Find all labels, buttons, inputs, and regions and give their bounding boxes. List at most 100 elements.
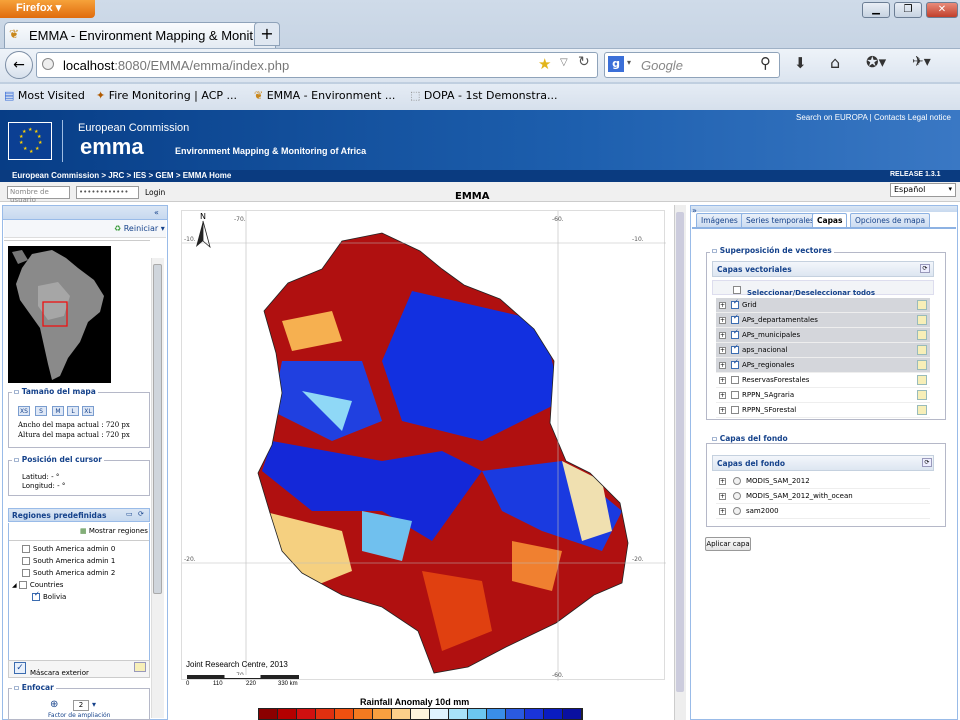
expand-plus-icon[interactable]: +	[719, 331, 726, 339]
layer-checkbox[interactable]	[731, 346, 739, 354]
size-xs-button[interactable]: XS	[18, 406, 30, 416]
vector-layer-row[interactable]: + Grid	[716, 298, 930, 313]
show-regions-button[interactable]: ▦ Mostrar regiones	[80, 527, 148, 535]
background-layer-row[interactable]: + MODIS_SAM_2012	[716, 474, 930, 489]
rainfall-anomaly-map[interactable]: -70. -60. -10. -10. -20. -20. -70. -60. …	[181, 210, 666, 681]
checkbox[interactable]	[22, 545, 30, 553]
regions-refresh-icon[interactable]: ⟳	[138, 510, 144, 518]
collapse-left-icon[interactable]: «	[154, 208, 159, 217]
expand-plus-icon[interactable]: +	[719, 316, 726, 324]
layer-checkbox[interactable]	[731, 406, 739, 414]
layer-checkbox[interactable]	[731, 331, 739, 339]
language-select[interactable]: Español ▾	[890, 183, 956, 197]
header-links[interactable]: Search on EUROPA | Contacts Legal notice	[796, 113, 951, 122]
username-input[interactable]: Nombre de usuario	[7, 186, 70, 204]
layer-style-icon[interactable]	[917, 360, 927, 370]
dopa-bookmark[interactable]: ⬚ DOPA - 1st Demonstra...	[410, 89, 557, 102]
vector-layer-row[interactable]: + RPPN_SAgraria	[716, 388, 930, 403]
mask-checkbox[interactable]: ✓	[14, 662, 26, 674]
site-identity-icon[interactable]	[42, 58, 54, 70]
expand-plus-icon[interactable]: +	[719, 376, 726, 384]
region-item[interactable]: South America admin 1	[22, 557, 115, 565]
layer-checkbox[interactable]	[731, 391, 739, 399]
expand-plus-icon[interactable]: +	[719, 492, 726, 500]
checkbox-checked[interactable]	[32, 593, 40, 601]
layer-checkbox[interactable]	[731, 301, 739, 309]
tab-imagenes[interactable]: Imágenes	[696, 213, 743, 227]
reload-icon[interactable]: ↻	[578, 54, 590, 70]
size-s-button[interactable]: S	[35, 406, 47, 416]
checkbox[interactable]	[22, 557, 30, 565]
breadcrumb[interactable]: European Commission > JRC > IES > GEM > …	[0, 170, 960, 182]
left-scrollbar-thumb[interactable]	[153, 264, 162, 594]
most-visited-bookmark[interactable]: ▤ Most Visited	[4, 89, 85, 102]
expand-plus-icon[interactable]: +	[719, 361, 726, 369]
layer-style-icon[interactable]	[917, 315, 927, 325]
layer-style-icon[interactable]	[917, 390, 927, 400]
search-engine-dropdown-icon[interactable]: ▾	[627, 58, 631, 67]
downloads-icon[interactable]: ⬇	[794, 54, 807, 72]
expand-plus-icon[interactable]: +	[719, 301, 726, 309]
new-tab-button[interactable]: +	[254, 22, 280, 46]
layer-style-icon[interactable]	[917, 375, 927, 385]
checkbox[interactable]	[22, 569, 30, 577]
select-all-checkbox[interactable]	[733, 285, 741, 294]
layer-radio[interactable]	[733, 477, 741, 485]
region-item[interactable]: South America admin 2	[22, 569, 115, 577]
select-all-row[interactable]: Seleccionar/Deseleccionar todos	[712, 280, 934, 297]
bookmarks-menu-icon[interactable]: ✪▾	[866, 53, 886, 71]
layer-checkbox[interactable]	[731, 316, 739, 324]
layer-style-icon[interactable]	[917, 300, 927, 310]
vector-layer-row[interactable]: + APs_regionales	[716, 358, 930, 373]
login-button[interactable]: Login	[145, 188, 165, 197]
zoom-factor-input[interactable]: 2	[73, 700, 89, 711]
mask-options-icon[interactable]	[134, 662, 146, 672]
back-arrow-icon[interactable]: ←	[5, 51, 33, 79]
browser-tab[interactable]: EMMA - Environment Mapping & Monit...	[4, 22, 276, 48]
expand-plus-icon[interactable]: +	[719, 477, 726, 485]
vector-layer-row[interactable]: + APs_departamentales	[716, 313, 930, 328]
dropdown-arrow-icon[interactable]: ▽	[560, 57, 568, 68]
zoom-in-icon[interactable]: ⊕	[50, 699, 58, 710]
minimize-icon[interactable]: ▁	[862, 2, 890, 18]
regions-pin-icon[interactable]: ▭	[126, 510, 133, 518]
layer-style-icon[interactable]	[917, 405, 927, 415]
layer-checkbox[interactable]	[731, 376, 739, 384]
close-window-icon[interactable]: ✕	[926, 2, 958, 18]
fire-monitoring-bookmark[interactable]: ✦ Fire Monitoring | ACP ...	[96, 89, 237, 102]
home-icon[interactable]: ⌂	[830, 53, 840, 72]
password-input[interactable]: ••••••••••••	[76, 186, 139, 199]
vector-layer-row[interactable]: + ReservasForestales	[716, 373, 930, 388]
checkbox[interactable]	[18, 581, 27, 589]
refresh-icon[interactable]: ⟳	[922, 458, 932, 467]
region-item[interactable]: South America admin 0	[22, 545, 115, 553]
region-item-bolivia[interactable]: Bolivia	[32, 593, 66, 601]
expand-plus-icon[interactable]: +	[719, 346, 726, 354]
layer-radio[interactable]	[733, 492, 741, 500]
vector-layer-row[interactable]: + RPPN_SForestal	[716, 403, 930, 418]
firefox-menu-button[interactable]: Firefox ▾	[0, 0, 95, 18]
vector-layer-row[interactable]: + aps_nacional	[716, 343, 930, 358]
reset-button[interactable]: ♻ Reiniciar ▾	[114, 224, 165, 233]
background-layer-row[interactable]: + sam2000	[716, 504, 930, 519]
expand-plus-icon[interactable]: +	[719, 391, 726, 399]
google-icon[interactable]: g	[608, 56, 624, 72]
region-item-countries[interactable]: ◢ Countries	[12, 581, 63, 589]
map-scrollbar-thumb[interactable]	[676, 212, 684, 692]
expand-plus-icon[interactable]: +	[719, 507, 726, 515]
tab-capas[interactable]: Capas	[812, 213, 848, 227]
maximize-icon[interactable]: ❐	[894, 2, 922, 18]
size-l-button[interactable]: L	[67, 406, 79, 416]
zoom-dropdown-icon[interactable]: ▾	[92, 700, 96, 709]
layer-checkbox[interactable]	[731, 361, 739, 369]
refresh-icon[interactable]: ⟳	[920, 264, 930, 273]
size-m-button[interactable]: M	[52, 406, 64, 416]
layer-style-icon[interactable]	[917, 345, 927, 355]
size-xl-button[interactable]: XL	[82, 406, 94, 416]
url-bar[interactable]: localhost:8080/EMMA/emma/index.php	[36, 52, 598, 78]
overview-map[interactable]	[8, 246, 111, 383]
expand-plus-icon[interactable]: +	[719, 406, 726, 414]
addon-icon[interactable]: ✈▾	[912, 54, 931, 70]
layer-style-icon[interactable]	[917, 330, 927, 340]
emma-bookmark[interactable]: ❦ EMMA - Environment ...	[254, 89, 395, 102]
